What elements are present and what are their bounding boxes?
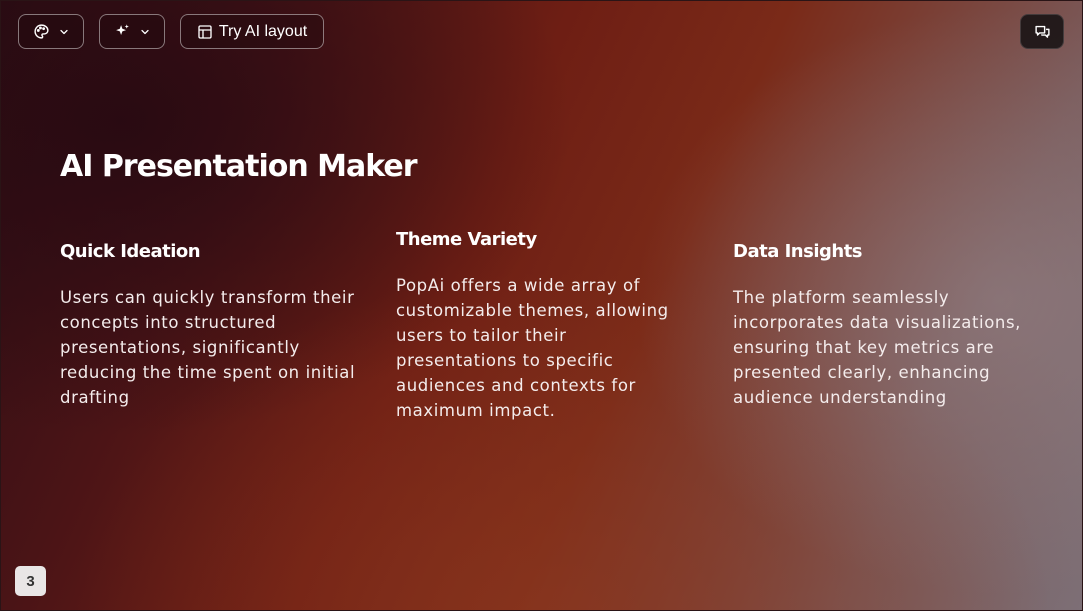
column-body: Users can quickly transform their concep…	[60, 288, 356, 407]
layout-icon	[197, 24, 213, 40]
feature-column-data-insights: Data Insights The platform seamlessly in…	[733, 241, 1033, 410]
page-number-badge[interactable]: 3	[15, 566, 46, 596]
ai-assist-button[interactable]	[99, 14, 165, 49]
try-ai-layout-label: Try AI layout	[218, 22, 308, 40]
column-body: PopAi offers a wide array of customizabl…	[396, 276, 669, 420]
slide-title: AI Presentation Maker	[60, 149, 418, 184]
column-heading: Data Insights	[733, 241, 863, 262]
slide-canvas: Try AI layout AI Presentation Maker Quic…	[0, 0, 1083, 611]
column-heading: Quick Ideation	[60, 241, 201, 262]
chevron-down-icon	[139, 26, 151, 38]
chat-icon	[1034, 23, 1051, 40]
theme-picker-button[interactable]	[18, 14, 84, 49]
chat-button[interactable]	[1020, 14, 1064, 49]
feature-column-quick-ideation: Quick Ideation Users can quickly transfo…	[60, 241, 360, 410]
column-heading: Theme Variety	[396, 229, 537, 250]
palette-icon	[33, 23, 50, 40]
sparkles-icon	[114, 23, 131, 40]
try-ai-layout-button[interactable]: Try AI layout	[180, 14, 324, 49]
column-body: The platform seamlessly incorporates dat…	[733, 288, 1022, 407]
chevron-down-icon	[58, 26, 70, 38]
feature-column-theme-variety: Theme Variety PopAi offers a wide array …	[396, 229, 696, 423]
